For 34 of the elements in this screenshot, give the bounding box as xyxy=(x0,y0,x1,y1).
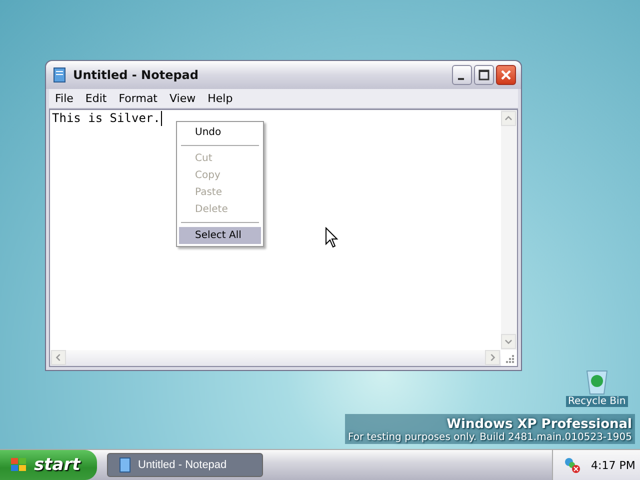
close-icon xyxy=(500,69,512,81)
scroll-up-icon[interactable] xyxy=(501,111,516,126)
vertical-scrollbar[interactable] xyxy=(501,110,517,350)
network-error-icon[interactable] xyxy=(563,456,581,474)
context-menu-item[interactable]: Undo xyxy=(179,124,261,141)
windows-flag-icon xyxy=(10,457,28,473)
notepad-icon xyxy=(51,67,67,83)
notepad-icon xyxy=(118,457,132,473)
menu-item[interactable]: View xyxy=(164,92,202,105)
document-text: This is Silver. xyxy=(52,111,160,126)
scroll-right-icon[interactable] xyxy=(485,350,500,365)
maximize-button[interactable] xyxy=(474,65,494,85)
mouse-pointer-icon xyxy=(325,227,339,249)
window-title: Untitled - Notepad xyxy=(73,68,200,82)
clock[interactable]: 4:17 PM xyxy=(591,458,636,472)
context-menu-item[interactable]: Select All xyxy=(179,227,261,244)
menu-item[interactable]: Help xyxy=(202,92,239,105)
scroll-down-icon[interactable] xyxy=(501,334,516,349)
maximize-icon xyxy=(478,69,490,81)
horizontal-scrollbar[interactable] xyxy=(50,350,501,366)
resize-grip-icon[interactable] xyxy=(503,352,515,364)
menu-item[interactable]: Edit xyxy=(79,92,113,105)
text-caret xyxy=(161,111,162,126)
menu-item[interactable]: File xyxy=(49,92,80,105)
minimize-button[interactable] xyxy=(452,65,472,85)
scroll-left-icon[interactable] xyxy=(51,350,66,365)
build-watermark: For testing purposes only. Build 2481.main.010523-1905 xyxy=(348,432,632,443)
close-button[interactable] xyxy=(496,65,516,85)
icon-label[interactable]: Recycle Bin xyxy=(566,396,628,407)
taskbar-button[interactable]: Untitled - Notepad xyxy=(107,453,263,477)
menu-item[interactable]: Format xyxy=(112,92,164,105)
start-button[interactable]: start xyxy=(0,450,97,480)
minimize-icon xyxy=(458,78,464,80)
edition-watermark: Windows XP Professional xyxy=(446,417,632,432)
